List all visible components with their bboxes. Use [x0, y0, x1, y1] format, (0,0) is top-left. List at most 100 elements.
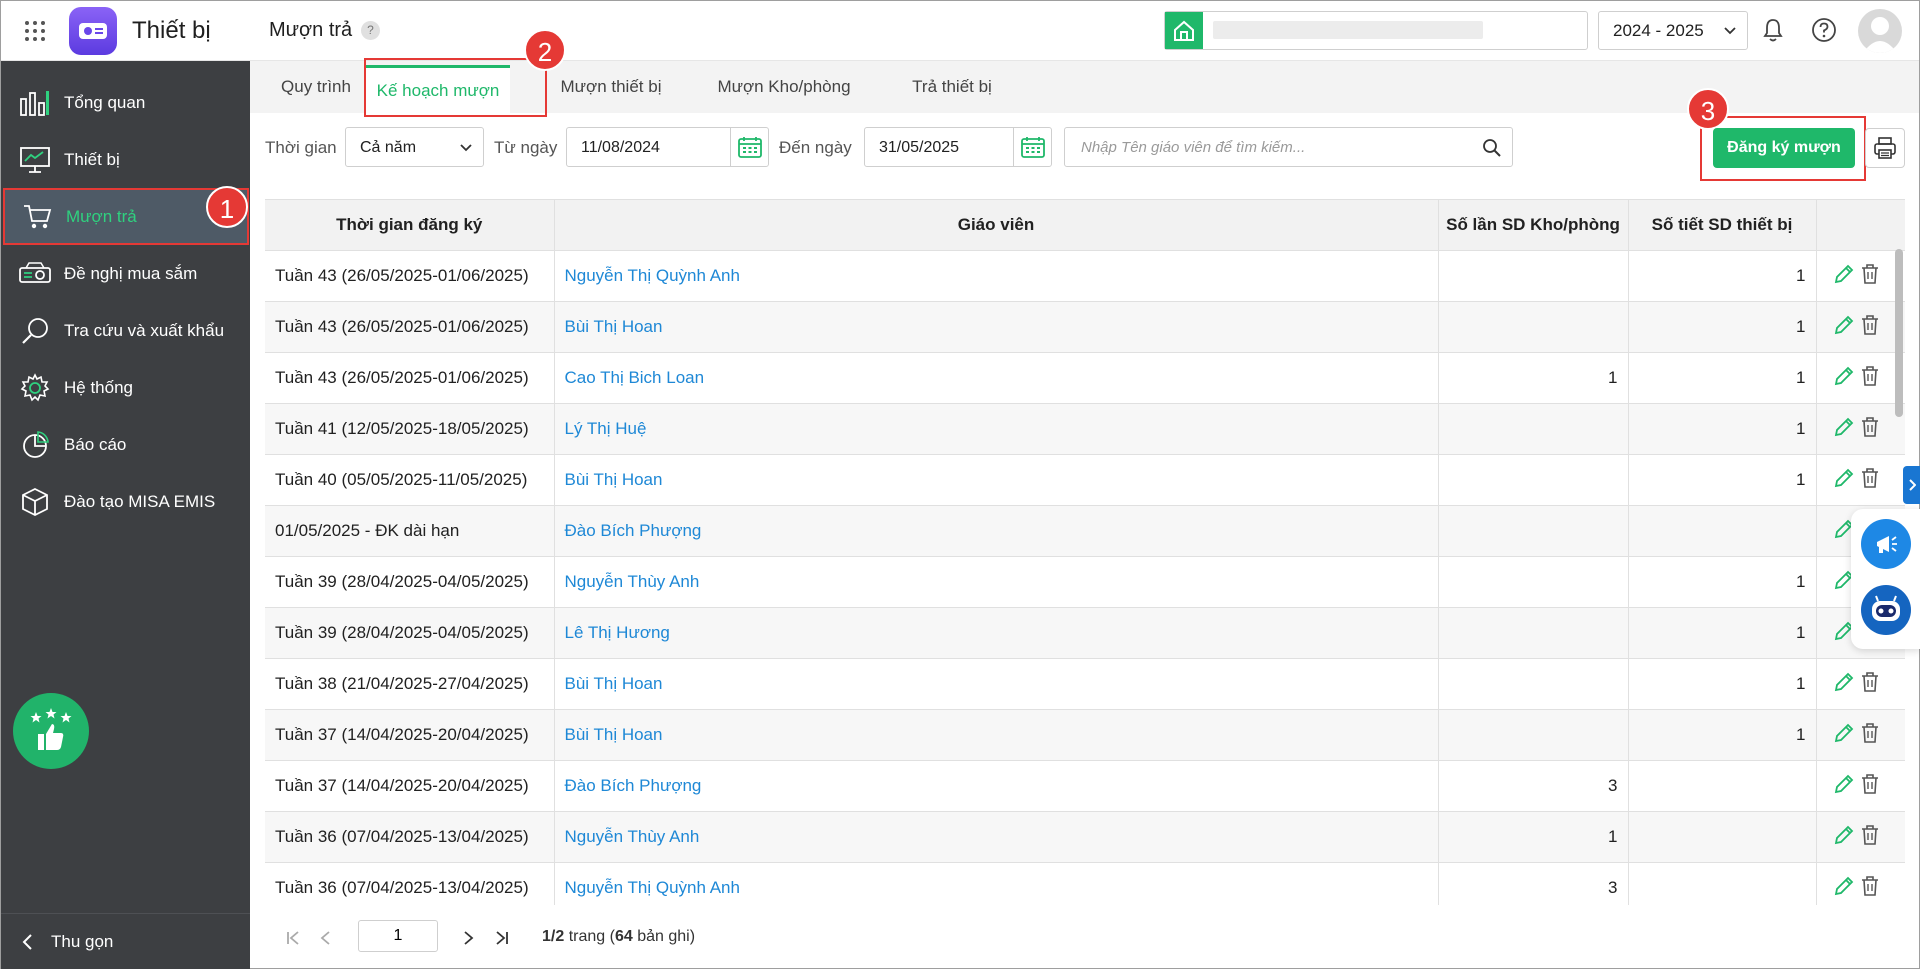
delete-trash-icon[interactable] [1859, 416, 1885, 442]
delete-trash-icon[interactable] [1859, 671, 1885, 697]
last-page-icon[interactable] [491, 927, 513, 949]
column-header[interactable]: Số lần SD Kho/phòng [1438, 200, 1629, 251]
cell-teacher-link[interactable]: Lý Thị Huệ [554, 403, 1439, 455]
help-circle-icon[interactable] [1809, 15, 1839, 45]
sidebar-item-bao-cao[interactable]: Báo cáo [3, 416, 249, 473]
teacher-search-input[interactable] [1065, 128, 1465, 166]
cell-teacher-link[interactable]: Nguyễn Thị Quỳnh Anh [554, 862, 1439, 905]
cell-room-usage [1438, 709, 1629, 761]
page-number-input[interactable] [358, 920, 438, 952]
feedback-like-button[interactable] [13, 693, 89, 769]
cell-device-periods: 1 [1628, 301, 1817, 353]
tab-quy-trinh[interactable]: Quy trình [260, 61, 372, 113]
sidebar-item-thiet-bi[interactable]: Thiết bị [3, 131, 249, 188]
edit-pencil-icon[interactable] [1833, 824, 1859, 850]
table-row[interactable]: Tuần 39 (28/04/2025-04/05/2025) Lê Thị Hư… [265, 607, 1905, 659]
time-range-select[interactable]: Cả năm [345, 127, 484, 167]
delete-trash-icon[interactable] [1859, 467, 1885, 493]
app-grid-icon[interactable] [23, 19, 47, 43]
sidebar-item-he-thong[interactable]: Hệ thống [3, 359, 249, 416]
next-page-icon[interactable] [457, 927, 479, 949]
cell-teacher-link[interactable]: Cao Thị Bich Loan [554, 352, 1439, 404]
cell-room-usage: 3 [1438, 760, 1629, 812]
cell-teacher-link[interactable]: Nguyễn Thùy Anh [554, 556, 1439, 608]
cell-teacher-link[interactable]: Bùi Thị Hoan [554, 658, 1439, 710]
edit-pencil-icon[interactable] [1833, 875, 1859, 901]
edit-pencil-icon[interactable] [1833, 722, 1859, 748]
table-row[interactable]: Tuần 36 (07/04/2025-13/04/2025) Nguyễn Th… [265, 811, 1905, 863]
edit-pencil-icon[interactable] [1833, 263, 1859, 289]
table-row[interactable]: 01/05/2025 - ĐK dài hạn Đào Bích Phượng [265, 505, 1905, 557]
calendar-icon[interactable] [1013, 128, 1051, 166]
first-page-icon[interactable] [282, 927, 304, 949]
table-row[interactable]: Tuần 39 (28/04/2025-04/05/2025) Nguyễn Th… [265, 556, 1905, 608]
table-header-row: Thời gian đăng ký Giáo viên Số lần SD Kh… [265, 200, 1905, 251]
column-header[interactable]: Số tiết SD thiết bị [1628, 200, 1817, 251]
column-header[interactable]: Giáo viên [554, 200, 1439, 251]
table-row[interactable]: Tuần 37 (14/04/2025-20/04/2025) Đào Bích … [265, 760, 1905, 812]
sidebar-item-tra-cuu[interactable]: Tra cứu và xuất khẩu [3, 302, 249, 359]
expand-side-panel-button[interactable] [1903, 466, 1920, 504]
edit-pencil-icon[interactable] [1833, 671, 1859, 697]
announcement-button[interactable] [1861, 519, 1911, 569]
table-row[interactable]: Tuần 43 (26/05/2025-01/06/2025) Nguyễn Th… [265, 250, 1905, 302]
print-button[interactable] [1865, 128, 1905, 168]
edit-pencil-icon[interactable] [1833, 365, 1859, 391]
delete-trash-icon[interactable] [1859, 824, 1885, 850]
edit-pencil-icon[interactable] [1833, 314, 1859, 340]
from-date-input[interactable]: 11/08/2024 [566, 127, 769, 167]
cell-registration-time: Tuần 37 (14/04/2025-20/04/2025) [265, 709, 555, 761]
table-row[interactable]: Tuần 43 (26/05/2025-01/06/2025) Cao Thị B… [265, 352, 1905, 404]
table-row[interactable]: Tuần 37 (14/04/2025-20/04/2025) Bùi Thị H… [265, 709, 1905, 761]
edit-pencil-icon[interactable] [1833, 467, 1859, 493]
cell-teacher-link[interactable]: Đào Bích Phượng [554, 760, 1439, 812]
cell-teacher-link[interactable]: Đào Bích Phượng [554, 505, 1439, 557]
column-header[interactable]: Thời gian đăng ký [265, 200, 555, 251]
delete-trash-icon[interactable] [1859, 875, 1885, 901]
cell-teacher-link[interactable]: Bùi Thị Hoan [554, 301, 1439, 353]
calendar-icon[interactable] [730, 128, 768, 166]
cell-teacher-link[interactable]: Lê Thị Hương [554, 607, 1439, 659]
tab-muon-kho-phong[interactable]: Mượn Kho/phòng [706, 61, 862, 113]
tab-ke-hoach-muon[interactable]: Kế hoạch mượn [366, 65, 510, 113]
bell-icon[interactable] [1758, 15, 1788, 45]
school-year-select[interactable]: 2024 - 2025 [1598, 11, 1748, 50]
user-avatar[interactable] [1858, 9, 1902, 53]
chatbot-button[interactable] [1861, 585, 1911, 635]
sidebar-item-dao-tao[interactable]: Đào tạo MISA EMIS [3, 473, 249, 530]
prev-page-icon[interactable] [315, 927, 337, 949]
sidebar-item-tong-quan[interactable]: Tổng quan [3, 74, 249, 131]
edit-pencil-icon[interactable] [1833, 416, 1859, 442]
table-row[interactable]: Tuần 41 (12/05/2025-18/05/2025) Lý Thị Hu… [265, 403, 1905, 455]
register-borrow-button[interactable]: Đăng ký mượn [1713, 128, 1855, 168]
table-row[interactable]: Tuần 40 (05/05/2025-11/05/2025) Bùi Thị H… [265, 454, 1905, 506]
table-row[interactable]: Tuần 38 (21/04/2025-27/04/2025) Bùi Thị H… [265, 658, 1905, 710]
borrow-plan-table: Thời gian đăng ký Giáo viên Số lần SD Kh… [265, 199, 1905, 905]
cell-actions [1816, 811, 1905, 863]
delete-trash-icon[interactable] [1859, 365, 1885, 391]
delete-trash-icon[interactable] [1859, 314, 1885, 340]
search-icon[interactable] [1482, 138, 1502, 158]
table-row[interactable]: Tuần 43 (26/05/2025-01/06/2025) Bùi Thị H… [265, 301, 1905, 353]
tab-tra-thiet-bi[interactable]: Trả thiết bị [896, 61, 1008, 113]
to-date-input[interactable]: 31/05/2025 [864, 127, 1052, 167]
table-row[interactable]: Tuần 36 (07/04/2025-13/04/2025) Nguyễn Th… [265, 862, 1905, 905]
page-help-icon[interactable]: ? [361, 21, 380, 40]
cell-teacher-link[interactable]: Nguyễn Thị Quỳnh Anh [554, 250, 1439, 302]
sidebar-item-de-nghi-mua-sam[interactable]: Đề nghị mua sắm [3, 245, 249, 302]
app-logo[interactable] [69, 7, 117, 55]
tab-muon-thiet-bi[interactable]: Mượn thiết bị [552, 61, 670, 113]
step-badge-3: 3 [1687, 88, 1729, 130]
delete-trash-icon[interactable] [1859, 722, 1885, 748]
edit-pencil-icon[interactable] [1833, 773, 1859, 799]
cell-teacher-link[interactable]: Nguyễn Thùy Anh [554, 811, 1439, 863]
step-badge-1: 1 [206, 186, 248, 228]
school-selector[interactable] [1164, 11, 1588, 50]
cell-teacher-link[interactable]: Bùi Thị Hoan [554, 454, 1439, 506]
cell-teacher-link[interactable]: Bùi Thị Hoan [554, 709, 1439, 761]
collapse-sidebar-button[interactable]: Thu gọn [1, 913, 250, 969]
delete-trash-icon[interactable] [1859, 773, 1885, 799]
chevron-down-icon [460, 144, 472, 152]
table-scrollbar[interactable] [1895, 249, 1903, 417]
delete-trash-icon[interactable] [1859, 263, 1885, 289]
